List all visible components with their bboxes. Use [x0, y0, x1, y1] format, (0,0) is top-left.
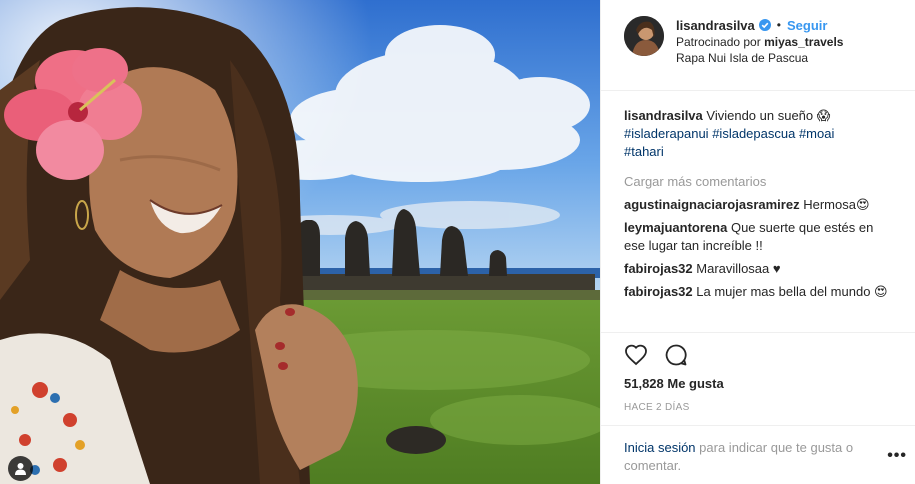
- comment-username[interactable]: fabirojas32: [624, 261, 693, 276]
- footer-divider: [601, 425, 915, 426]
- sponsored-prefix: Patrocinado por: [676, 35, 761, 49]
- comment-text: La mujer mas bella del mundo 😍: [696, 284, 888, 299]
- comment-icon[interactable]: [664, 343, 688, 367]
- more-options-button[interactable]: •••: [887, 447, 907, 465]
- post-header: lisandrasilva • Seguir Patrocinado por m…: [624, 16, 904, 66]
- load-more-comments[interactable]: Cargar más comentarios: [624, 173, 894, 191]
- post-sidebar: lisandrasilva • Seguir Patrocinado por m…: [600, 0, 915, 484]
- hashtag-link[interactable]: #isladerapanui: [624, 126, 709, 141]
- like-count[interactable]: 51,828 Me gusta: [624, 376, 724, 391]
- sponsor-link[interactable]: miyas_travels: [764, 35, 843, 49]
- post-username[interactable]: lisandrasilva: [676, 18, 755, 33]
- comment-item: agustinaignaciarojasramirez Hermosa😍: [624, 196, 894, 214]
- comment-text: Maravillosaa ♥: [696, 261, 781, 276]
- avatar[interactable]: [624, 16, 664, 56]
- separator-dot: •: [776, 18, 781, 32]
- header-divider: [601, 90, 915, 91]
- location-link[interactable]: Rapa Nui Isla de Pascua: [676, 50, 843, 66]
- hashtag-link[interactable]: #tahari: [624, 144, 664, 159]
- login-link[interactable]: Inicia sesión: [624, 440, 696, 455]
- comment-item: leymajuantorena Que suerte que estés en …: [624, 219, 894, 255]
- comment-text: Hermosa😍: [803, 197, 870, 212]
- caption-text: Viviendo un sueño 😱: [706, 108, 831, 123]
- caption-username[interactable]: lisandrasilva: [624, 108, 703, 123]
- hashtag-link[interactable]: #moai: [799, 126, 834, 141]
- actions-divider: [601, 332, 915, 333]
- comment-username[interactable]: fabirojas32: [624, 284, 693, 299]
- comment-item: fabirojas32 Maravillosaa ♥: [624, 260, 894, 278]
- comment-username[interactable]: agustinaignaciarojasramirez: [624, 197, 800, 212]
- comments-section: lisandrasilva Viviendo un sueño 😱 #islad…: [624, 107, 894, 301]
- hashtag-link[interactable]: #isladepascua: [712, 126, 795, 141]
- login-prompt: Inicia sesión para indicar que te gusta …: [624, 439, 884, 475]
- caption: lisandrasilva Viviendo un sueño 😱 #islad…: [624, 107, 894, 161]
- heart-icon[interactable]: [624, 343, 648, 367]
- user-tag-icon[interactable]: [8, 456, 33, 481]
- comment-item: fabirojas32 La mujer mas bella del mundo…: [624, 283, 894, 301]
- sponsored-line: Patrocinado por miyas_travels: [676, 34, 843, 50]
- action-bar: [624, 343, 688, 367]
- photo-illustration: [0, 0, 600, 484]
- post-container: lisandrasilva • Seguir Patrocinado por m…: [0, 0, 915, 484]
- follow-button[interactable]: Seguir: [787, 18, 827, 33]
- comment-username[interactable]: leymajuantorena: [624, 220, 727, 235]
- post-timestamp: HACE 2 DÍAS: [624, 402, 690, 413]
- verified-icon: [758, 19, 771, 31]
- post-photo[interactable]: [0, 0, 600, 484]
